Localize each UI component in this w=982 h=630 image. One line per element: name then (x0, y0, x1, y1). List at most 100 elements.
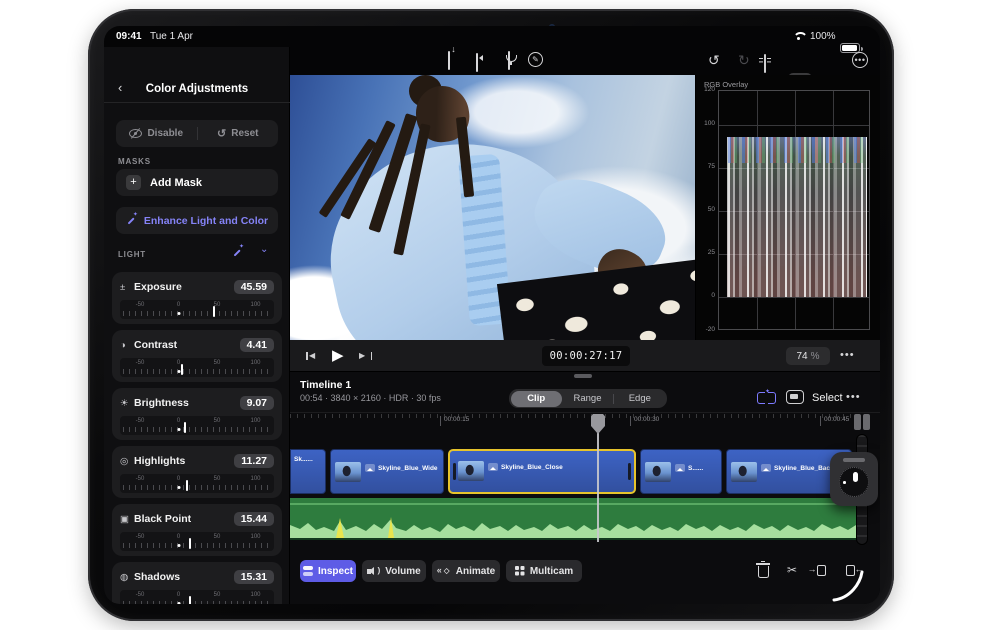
clip-thumbnail (731, 462, 757, 482)
keyframe-icon (437, 565, 451, 576)
add-mask-button[interactable]: + Add Mask (116, 169, 278, 196)
clip-skyline-blue-close[interactable]: Skyline_Blue_Close (448, 449, 636, 494)
animate-button[interactable]: Animate (432, 560, 500, 582)
enhance-button[interactable]: Enhance Light and Color (116, 207, 278, 234)
delete-button[interactable] (753, 560, 773, 580)
disable-button[interactable]: Disable (116, 120, 197, 147)
magic-wand-icon (126, 211, 138, 226)
slider-track[interactable]: -50 0 50 100 (120, 300, 274, 319)
mode-edge[interactable]: Edge (614, 391, 665, 407)
plus-icon: + (126, 175, 141, 190)
light-collapse-chevron-icon[interactable]: ⌄ (260, 244, 268, 255)
ipad-device-frame: 09:41 Tue 1 Apr 100% ‹ Video Final Edit … (88, 9, 894, 621)
slider-cursor[interactable] (189, 595, 192, 604)
edit-mode-segmented-control: Clip Range Edge (509, 389, 667, 408)
slider-cursor[interactable] (189, 537, 192, 549)
multicam-button[interactable]: Multicam (506, 560, 582, 582)
tick-label: 0 (176, 301, 181, 308)
timecode-display: 00:00:27:17 (542, 346, 630, 366)
scope-plot (718, 90, 870, 330)
reset-label: Reset (231, 128, 259, 139)
previous-frame-button[interactable] (306, 350, 320, 362)
select-button[interactable]: Select (812, 392, 843, 404)
zoom-bar (854, 414, 861, 430)
mode-clip[interactable]: Clip (510, 390, 562, 407)
tick-label: 50 (213, 475, 221, 482)
jog-dial[interactable] (830, 452, 878, 506)
slider-track[interactable]: -50 0 50 100 (120, 474, 274, 493)
slider-highlights: ◎ Highlights 11.27 -50 0 50 100 (112, 446, 282, 498)
mode-range[interactable]: Range (562, 391, 613, 407)
slider-value[interactable]: 9.07 (239, 396, 274, 410)
shadows-icon: ◍ (120, 571, 129, 583)
slider-exposure: ± Exposure 45.59 -50 0 50 100 (112, 272, 282, 324)
microphone-button[interactable] (508, 51, 510, 70)
status-date: Tue 1 Apr (150, 31, 193, 42)
slider-value[interactable]: 4.41 (239, 338, 274, 352)
color-adjustments-panel: ‹ Color Adjustments Disable ↺ Reset MASK… (104, 47, 290, 604)
slider-cursor[interactable] (180, 363, 183, 375)
viewer-more-button[interactable]: ••• (840, 349, 855, 361)
timeline-section: Timeline 1 00:54 · 3840 × 2160 · HDR · 3… (290, 372, 880, 604)
ruler-label: 00:00:45 (820, 416, 849, 426)
video-preview[interactable] (290, 75, 695, 340)
timeline-more-button[interactable]: ••• (846, 391, 861, 403)
tick-label: -50 (135, 359, 145, 366)
clip-skyline-short[interactable]: S...... (640, 449, 722, 494)
share-icon (448, 51, 450, 70)
origin-dot (177, 485, 181, 489)
transport-bar: ▶ 00:00:27:17 74 % ••• (290, 340, 880, 372)
clip-overview-button[interactable] (786, 390, 804, 404)
inspect-button[interactable]: Inspect (300, 560, 356, 582)
slider-value[interactable]: 15.44 (233, 512, 274, 526)
pencil-tool-button[interactable] (528, 52, 543, 67)
magnetic-timeline-button[interactable]: ✦ (757, 389, 776, 404)
viewer-zoom-button[interactable]: 74 % (786, 347, 830, 365)
light-auto-wand-icon[interactable] (232, 243, 244, 258)
jog-dot (843, 481, 846, 484)
timeline-zoom-bars[interactable] (854, 414, 871, 430)
slider-value[interactable]: 11.27 (234, 454, 274, 468)
eye-slash-icon (129, 129, 143, 138)
slider-track[interactable]: -50 0 50 100 (120, 532, 274, 551)
light-section-label: LIGHT (118, 250, 146, 259)
slider-track[interactable]: -50 0 50 100 (120, 590, 274, 604)
reset-button[interactable]: ↺ Reset (198, 120, 279, 147)
slider-label: Exposure (134, 281, 182, 293)
blade-button[interactable]: ✂ (782, 560, 802, 580)
next-frame-button[interactable] (358, 350, 372, 362)
slider-value[interactable]: 15.31 (233, 570, 274, 584)
clip-skyline-partial[interactable]: Sk...... (290, 449, 326, 494)
timeline-resize-handle[interactable] (574, 374, 592, 378)
play-button[interactable]: ▶ (332, 348, 344, 363)
slider-track[interactable]: -50 0 50 100 (120, 358, 274, 377)
audio-clip[interactable] (290, 498, 863, 540)
slider-cursor[interactable] (186, 479, 189, 491)
tick-label: 50 (213, 591, 221, 598)
clip-skyline-blue-wide[interactable]: Skyline_Blue_Wide (330, 449, 444, 494)
jog-wheel[interactable] (839, 467, 869, 497)
insert-button[interactable] (808, 560, 831, 580)
tick-label: 0 (176, 591, 181, 598)
audio-waveform (290, 517, 863, 538)
slider-value[interactable]: 45.59 (233, 280, 274, 294)
export-button[interactable] (448, 51, 450, 70)
clip-label: Skyline_Blue_Close (501, 464, 563, 471)
redo-button[interactable]: ↻ (738, 53, 750, 67)
slider-cursor[interactable] (212, 305, 215, 317)
tick-marks (123, 601, 271, 604)
slider-track[interactable]: -50 0 50 100 (120, 416, 274, 435)
timeline-ruler[interactable]: 00:00:15 00:00:30 00:00:45 (290, 412, 880, 449)
origin-dot (177, 543, 181, 547)
wifi-icon (792, 31, 808, 42)
volume-button[interactable]: ) Volume (362, 560, 426, 582)
camera-button[interactable] (476, 53, 478, 72)
enhance-label: Enhance Light and Color (143, 214, 269, 227)
slider-cursor[interactable] (184, 421, 187, 433)
slider-label: Brightness (134, 397, 189, 409)
tick-marks (123, 427, 271, 432)
tick-label: 100 (250, 417, 261, 424)
more-menu-button[interactable]: ••• (852, 52, 868, 68)
inspector-panel-button[interactable] (764, 54, 766, 73)
undo-button[interactable]: ↺ (708, 53, 720, 67)
